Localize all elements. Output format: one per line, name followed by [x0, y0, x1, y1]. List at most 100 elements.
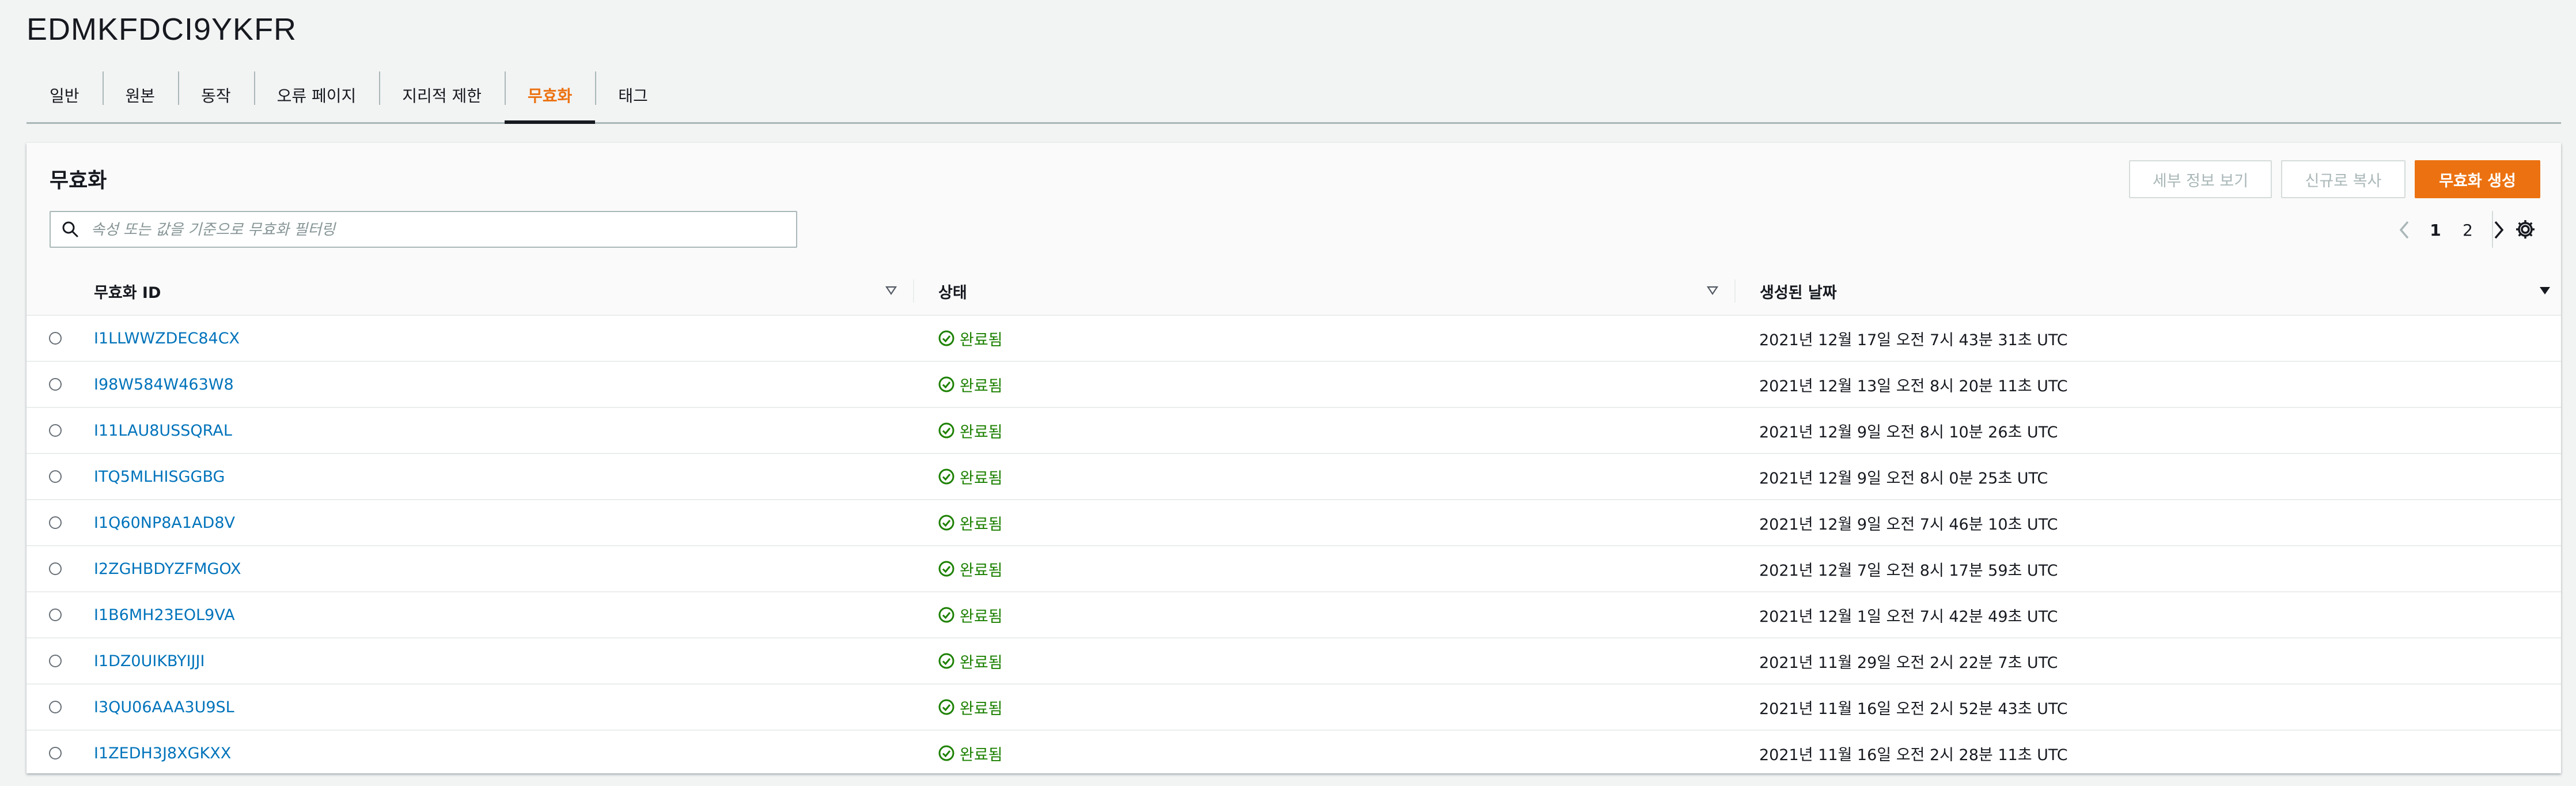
- created-date-cell: 2021년 12월 1일 오전 7시 42분 49초 UTC: [1736, 592, 2561, 638]
- check-circle-icon: [938, 468, 954, 485]
- column-header-created-date[interactable]: 생성된 날짜: [1736, 267, 2561, 316]
- invalidation-id-link[interactable]: I1DZ0UIKBYIJJI: [94, 652, 204, 670]
- sort-caret-icon[interactable]: [885, 285, 897, 296]
- search-input[interactable]: [90, 218, 783, 242]
- created-date-text: 2021년 11월 29일 오전 2시 22분 7초 UTC: [1759, 653, 2058, 672]
- copy-to-new-button[interactable]: 신규로 복사: [2281, 160, 2405, 198]
- row-select-cell: [26, 546, 93, 592]
- row-radio-button[interactable]: [49, 470, 62, 483]
- table-row[interactable]: I11LAU8USSQRAL 완료됨 2021년 12월 9일 오전 8시 10…: [26, 407, 2561, 454]
- tab-behaviors[interactable]: 동작: [178, 68, 254, 122]
- tab-invalidations[interactable]: 무효화: [505, 68, 596, 124]
- page-1[interactable]: 1: [2419, 221, 2452, 240]
- created-date-text: 2021년 12월 17일 오전 7시 43분 31초 UTC: [1759, 331, 2068, 349]
- sort-caret-icon[interactable]: [1707, 285, 1718, 296]
- check-circle-icon: [938, 607, 954, 623]
- status-text: 완료됨: [960, 423, 1003, 441]
- invalidation-id-link[interactable]: I98W584W463W8: [94, 376, 234, 394]
- check-circle-icon: [938, 699, 954, 715]
- column-header-id[interactable]: 무효화 ID: [93, 267, 915, 316]
- created-date-text: 2021년 11월 16일 오전 2시 52분 43초 UTC: [1759, 700, 2068, 718]
- check-circle-icon: [938, 653, 954, 669]
- table-row[interactable]: ITQ5MLHISGGBG 완료됨 2021년 12월 9일 오전 8시 0분 …: [26, 454, 2561, 500]
- created-date-cell: 2021년 11월 16일 오전 2시 28분 11초 UTC: [1736, 730, 2561, 777]
- row-select-cell: [26, 500, 93, 546]
- tab-tags[interactable]: 태그: [595, 68, 671, 122]
- id-cell: I11LAU8USSQRAL: [93, 407, 915, 454]
- invalidation-id-link[interactable]: I1Q60NP8A1AD8V: [94, 514, 235, 532]
- pager-divider: [2492, 211, 2493, 248]
- row-radio-button[interactable]: [49, 332, 62, 345]
- tab-origins[interactable]: 원본: [102, 68, 179, 122]
- column-header-status[interactable]: 상태: [915, 267, 1736, 316]
- table-row[interactable]: I1LLWWZDEC84CX 완료됨 2021년 12월 17일 오전 7시 4…: [26, 315, 2561, 362]
- gear-icon[interactable]: [2513, 217, 2538, 242]
- row-radio-button[interactable]: [49, 378, 62, 391]
- invalidations-panel: 무효화 세부 정보 보기 신규로 복사 무효화 생성 1 2: [26, 143, 2561, 777]
- table-row[interactable]: I98W584W463W8 완료됨 2021년 12월 13일 오전 8시 20…: [26, 361, 2561, 408]
- created-date-cell: 2021년 11월 29일 오전 2시 22분 7초 UTC: [1736, 638, 2561, 685]
- id-cell: I1LLWWZDEC84CX: [93, 315, 915, 362]
- status-cell: 완료됨: [915, 315, 1736, 362]
- invalidation-id-link[interactable]: ITQ5MLHISGGBG: [94, 468, 225, 486]
- status-cell: 완료됨: [915, 546, 1736, 592]
- search-icon: [62, 221, 78, 237]
- invalidation-id-link[interactable]: I1LLWWZDEC84CX: [94, 330, 240, 347]
- tab-general[interactable]: 일반: [26, 68, 103, 122]
- id-cell: I3QU06AAA3U9SL: [93, 684, 915, 731]
- invalidation-id-link[interactable]: I2ZGHBDYZFMGOX: [94, 560, 241, 578]
- id-cell: I1ZEDH3J8XGKXX: [93, 730, 915, 777]
- status-text: 완료됨: [960, 653, 1003, 672]
- invalidation-id-link[interactable]: I1ZEDH3J8XGKXX: [94, 745, 231, 762]
- created-date-cell: 2021년 12월 7일 오전 8시 17분 59초 UTC: [1736, 546, 2561, 592]
- chevron-left-icon[interactable]: [2396, 218, 2414, 241]
- row-radio-button[interactable]: [49, 562, 62, 575]
- table-row[interactable]: I1B6MH23EOL9VA 완료됨 2021년 12월 1일 오전 7시 42…: [26, 592, 2561, 638]
- status-badge: 완료됨: [938, 558, 1736, 580]
- sort-caret-icon[interactable]: [2539, 285, 2551, 297]
- status-text: 완료됨: [960, 700, 1003, 718]
- status-cell: 완료됨: [915, 454, 1736, 500]
- created-date-text: 2021년 12월 7일 오전 8시 17분 59초 UTC: [1759, 561, 2058, 580]
- column-separator[interactable]: [913, 279, 914, 303]
- status-badge: 완료됨: [938, 512, 1736, 534]
- row-radio-button[interactable]: [49, 424, 62, 437]
- table-row[interactable]: I1DZ0UIKBYIJJI 완료됨 2021년 11월 29일 오전 2시 2…: [26, 638, 2561, 685]
- check-circle-icon: [938, 376, 954, 392]
- select-column-header: [26, 267, 93, 316]
- page-2[interactable]: 2: [2452, 221, 2484, 240]
- row-select-cell: [26, 730, 93, 777]
- create-invalidation-button[interactable]: 무효화 생성: [2415, 160, 2540, 198]
- column-separator[interactable]: [1734, 279, 1736, 303]
- filter-search-box[interactable]: [50, 211, 797, 248]
- table-row[interactable]: I1ZEDH3J8XGKXX 완료됨 2021년 11월 16일 오전 2시 2…: [26, 730, 2561, 777]
- status-text: 완료됨: [960, 377, 1003, 395]
- row-select-cell: [26, 315, 93, 362]
- panel-title: 무효화: [50, 169, 107, 192]
- id-cell: I1B6MH23EOL9VA: [93, 592, 915, 638]
- invalidation-id-link[interactable]: I11LAU8USSQRAL: [94, 422, 232, 440]
- row-radio-button[interactable]: [49, 609, 62, 621]
- row-select-cell: [26, 684, 93, 731]
- view-details-button[interactable]: 세부 정보 보기: [2129, 160, 2272, 198]
- status-text: 완료됨: [960, 746, 1003, 764]
- check-circle-icon: [938, 330, 954, 346]
- status-badge: 완료됨: [938, 327, 1736, 350]
- invalidation-id-link[interactable]: I3QU06AAA3U9SL: [94, 698, 234, 716]
- created-date-cell: 2021년 12월 9일 오전 8시 10분 26초 UTC: [1736, 407, 2561, 454]
- row-radio-button[interactable]: [49, 747, 62, 759]
- tab-error-pages[interactable]: 오류 페이지: [253, 68, 380, 122]
- status-cell: 완료됨: [915, 592, 1736, 638]
- status-badge: 완료됨: [938, 742, 1736, 765]
- invalidation-id-link[interactable]: I1B6MH23EOL9VA: [94, 606, 235, 624]
- table-row[interactable]: I2ZGHBDYZFMGOX 완료됨 2021년 12월 7일 오전 8시 17…: [26, 546, 2561, 592]
- status-text: 완료됨: [960, 331, 1003, 349]
- table-row[interactable]: I3QU06AAA3U9SL 완료됨 2021년 11월 16일 오전 2시 5…: [26, 684, 2561, 731]
- tab-geo-restriction[interactable]: 지리적 제한: [379, 68, 505, 122]
- row-radio-button[interactable]: [49, 701, 62, 713]
- row-radio-button[interactable]: [49, 516, 62, 529]
- table-header-row: 무효화 ID 상태 생성된 날짜: [26, 267, 2561, 316]
- row-radio-button[interactable]: [49, 655, 62, 667]
- check-circle-icon: [938, 745, 954, 761]
- table-row[interactable]: I1Q60NP8A1AD8V 완료됨 2021년 12월 9일 오전 7시 46…: [26, 500, 2561, 546]
